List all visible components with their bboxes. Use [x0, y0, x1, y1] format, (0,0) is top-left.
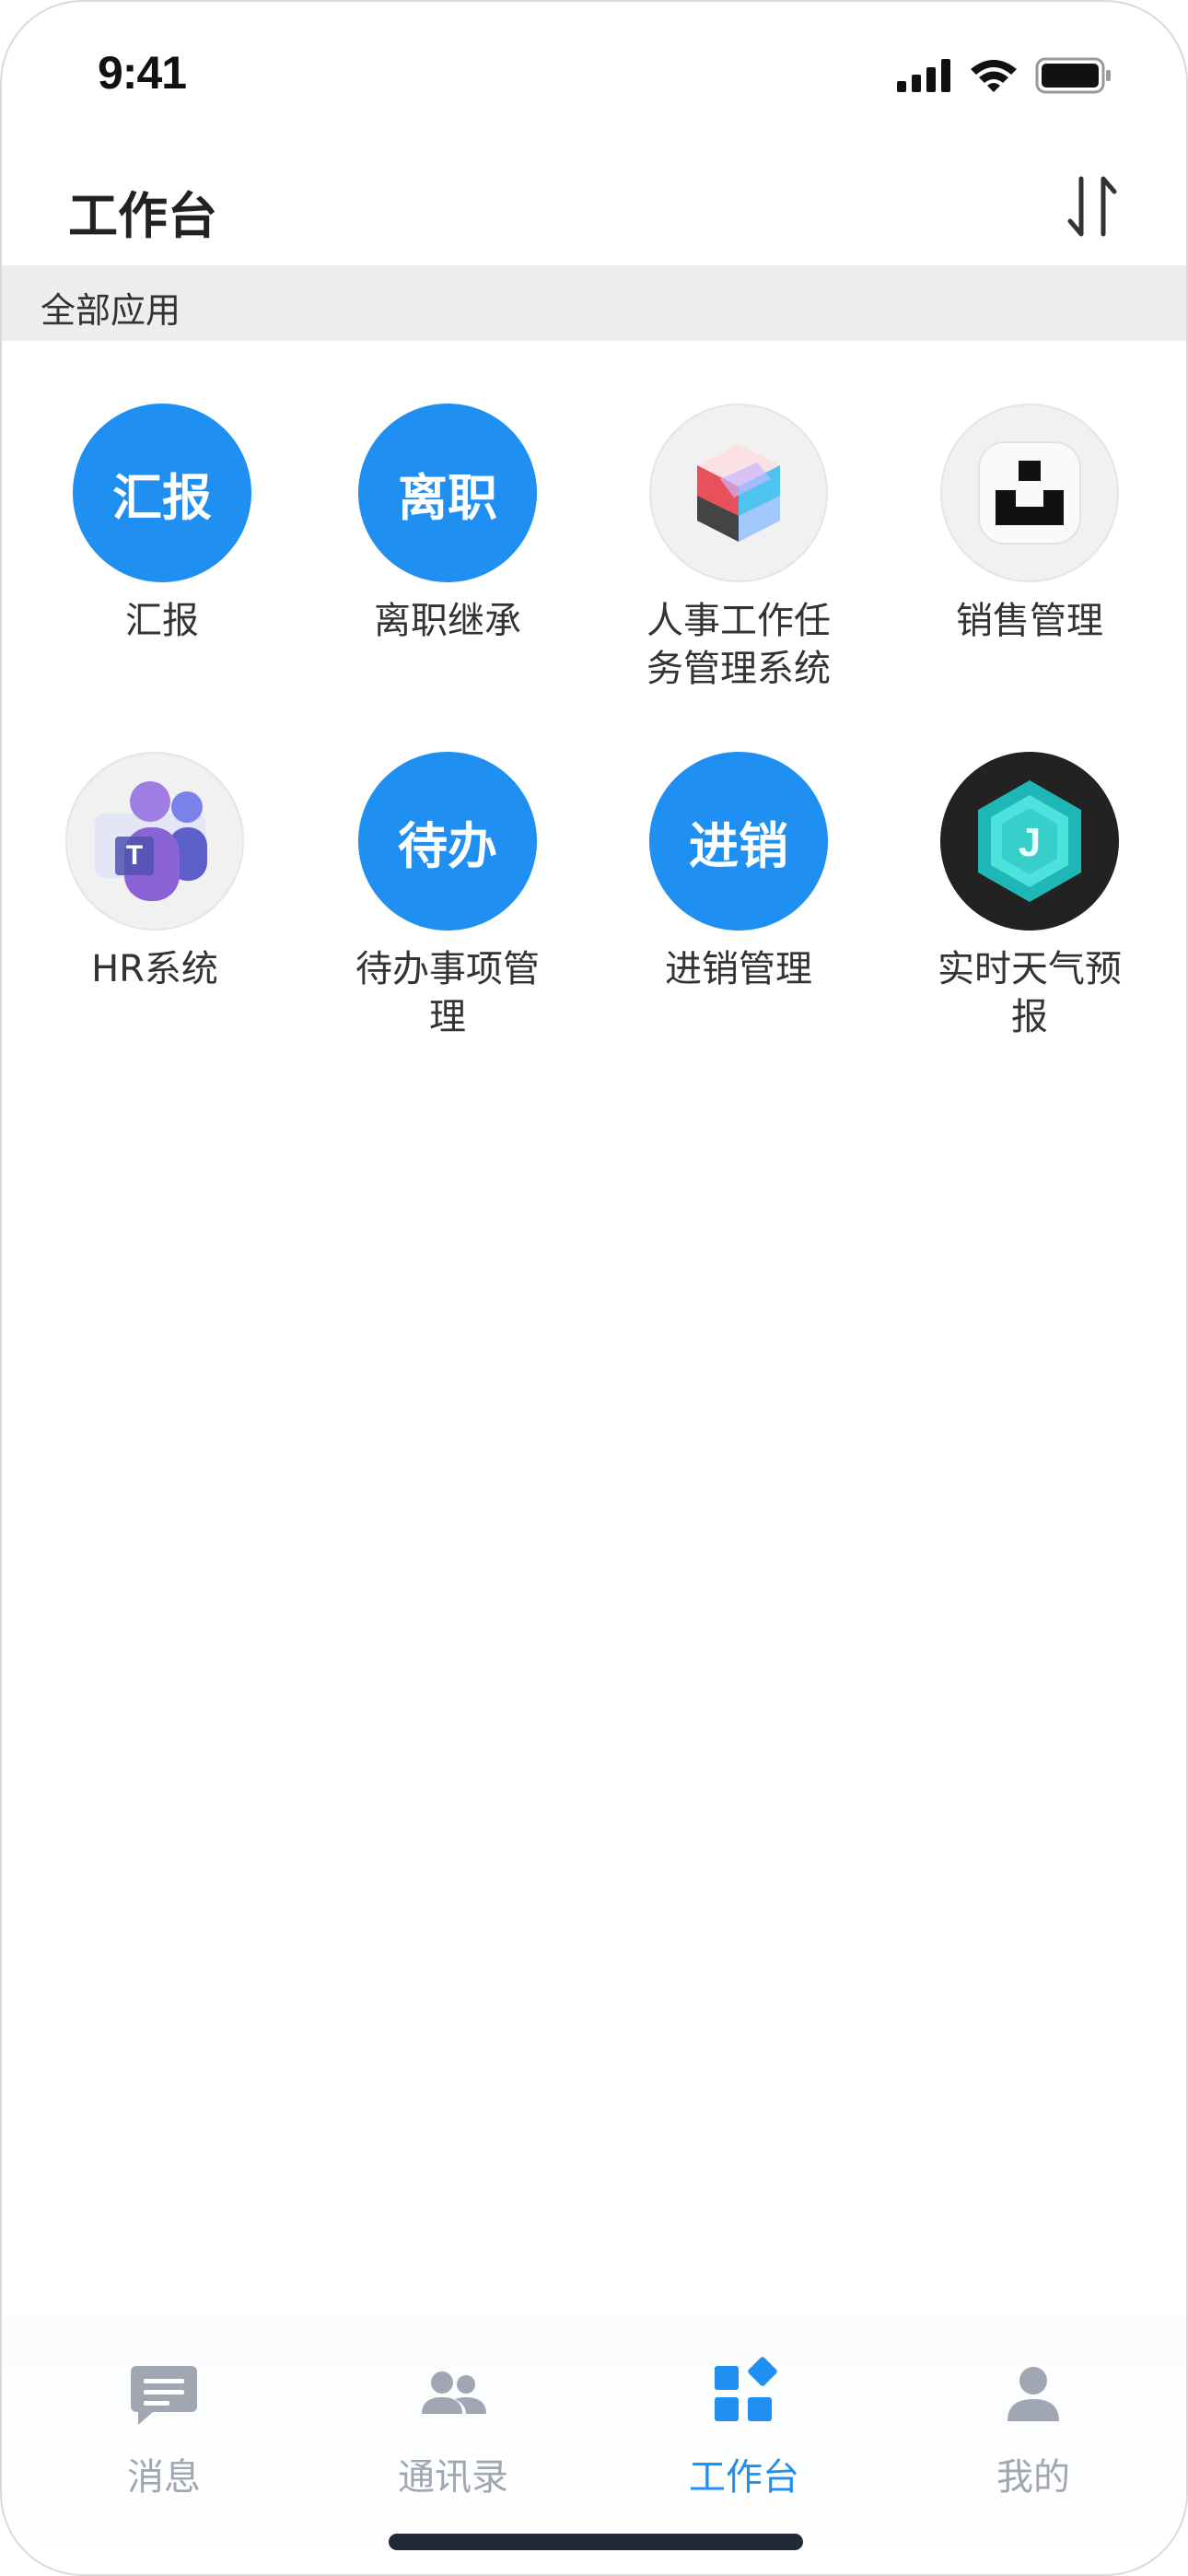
status-bar: 9:41	[2, 2, 1186, 149]
app-resignation-inherit[interactable]: 离职 离职继承	[309, 404, 586, 645]
app-hr-task-system[interactable]: 人事工作任务管理系统	[600, 404, 877, 693]
section-label: 全部应用	[41, 290, 181, 331]
app-label: 汇报	[125, 600, 199, 642]
workbench-icon	[715, 2357, 777, 2421]
todo-icon: 待办	[358, 752, 537, 931]
report-icon: 汇报	[73, 404, 251, 582]
status-time: 9:41	[98, 47, 187, 99]
tab-workbench[interactable]: 工作台	[652, 2357, 836, 2500]
purchase-sales-icon: 进销	[649, 752, 828, 931]
profile-icon	[1007, 2367, 1059, 2421]
page-title: 工作台	[68, 187, 217, 245]
app-weather-forecast[interactable]: J 实时天气预报	[891, 752, 1168, 1041]
app-sales-management[interactable]: 销售管理	[891, 404, 1168, 645]
cellular-signal-icon	[897, 59, 950, 92]
tab-contacts[interactable]: 通讯录	[361, 2357, 545, 2500]
app-label: 销售管理	[956, 600, 1103, 642]
contacts-icon	[422, 2371, 486, 2414]
teams-icon: T	[65, 752, 244, 931]
tab-label: 我的	[996, 2456, 1070, 2499]
app-hr-system[interactable]: T HR系统	[17, 752, 293, 993]
app-purchase-sales[interactable]: 进销 进销管理	[600, 752, 877, 993]
message-icon	[131, 2366, 197, 2425]
battery-icon	[1035, 57, 1111, 94]
header: 工作台	[2, 149, 1186, 265]
svg-text:J: J	[1019, 820, 1041, 865]
app-label: 实时天气预报	[938, 948, 1122, 1038]
app-label: 人事工作任务管理系统	[646, 600, 831, 690]
status-icons	[897, 55, 1112, 96]
cube-icon	[649, 404, 828, 582]
app-todo-management[interactable]: 待办 待办事项管理	[309, 752, 586, 1041]
app-label: HR系统	[91, 948, 218, 990]
app-report[interactable]: 汇报 汇报	[24, 404, 300, 645]
phone-frame: 9:41 工作台 全部应用 汇报 汇报 离职 离职继承 人事工作任务管理系统 销…	[0, 0, 1188, 2576]
app-label: 离职继承	[374, 600, 521, 642]
sort-icon	[1067, 176, 1117, 237]
section-header: 全部应用	[2, 265, 1186, 341]
app-label: 待办事项管理	[355, 948, 540, 1038]
sort-button[interactable]	[1061, 170, 1125, 243]
tab-label: 工作台	[689, 2456, 799, 2499]
svg-text:T: T	[126, 840, 143, 871]
home-indicator	[389, 2534, 803, 2550]
tab-messages[interactable]: 消息	[72, 2357, 256, 2500]
tab-profile[interactable]: 我的	[941, 2357, 1125, 2500]
wifi-icon	[971, 60, 1017, 92]
tab-label: 消息	[127, 2456, 201, 2499]
app-label: 进销管理	[665, 948, 812, 990]
tab-label: 通讯录	[398, 2456, 508, 2499]
box-logo-icon	[940, 404, 1119, 582]
resignation-icon: 离职	[358, 404, 537, 582]
hexagon-j-icon: J	[940, 752, 1119, 931]
